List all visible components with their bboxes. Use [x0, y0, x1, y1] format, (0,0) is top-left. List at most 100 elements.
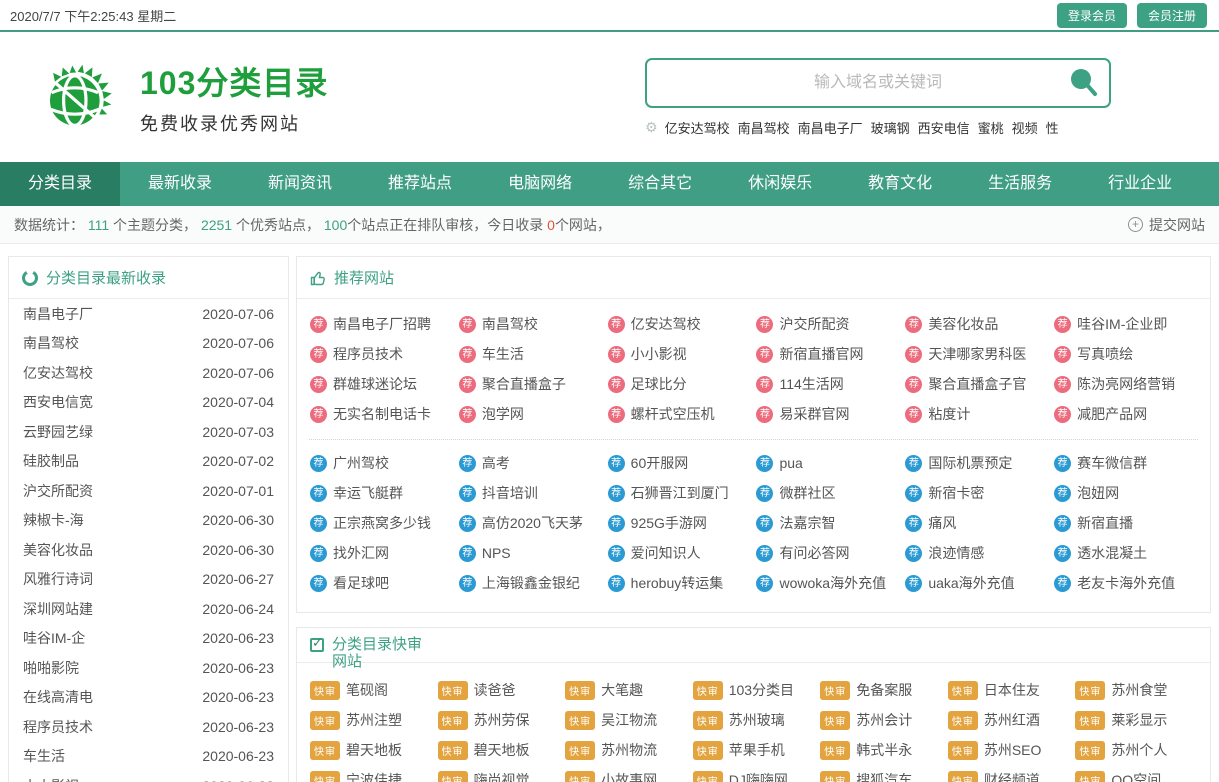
- site-name[interactable]: 陈沩亮网络营销: [1077, 374, 1175, 394]
- site-name[interactable]: 哇谷IM-企: [23, 628, 85, 648]
- fast-review-site-link[interactable]: 快审 DJ嗨嗨网: [690, 765, 818, 782]
- site-name[interactable]: 西安电信宽: [23, 392, 93, 412]
- site-name[interactable]: 吴江物流: [601, 710, 657, 730]
- recommended-site-link[interactable]: 荐 法嘉宗智: [753, 508, 902, 538]
- fast-review-site-link[interactable]: 快审 笔砚阁: [307, 675, 435, 705]
- recommended-site-link[interactable]: 荐 114生活网: [753, 369, 902, 399]
- nav-item[interactable]: 新闻资讯: [240, 162, 360, 206]
- fast-review-site-link[interactable]: 快审 苏州SEO: [945, 735, 1073, 765]
- recommended-site-link[interactable]: 荐 uaka海外充值: [902, 568, 1051, 598]
- site-name[interactable]: 找外汇网: [333, 543, 389, 563]
- list-item[interactable]: 辣椒卡-海 2020-06-30: [9, 506, 288, 536]
- site-name[interactable]: 广州驾校: [333, 453, 389, 473]
- recommended-site-link[interactable]: 荐 高考: [456, 448, 605, 478]
- site-name[interactable]: 减肥产品网: [1077, 404, 1147, 424]
- site-name[interactable]: 深圳网站建: [23, 599, 93, 619]
- recommended-site-link[interactable]: 荐 爱问知识人: [605, 538, 754, 568]
- search-input[interactable]: [647, 60, 1109, 106]
- site-name[interactable]: 透水混凝土: [1077, 543, 1147, 563]
- site-name[interactable]: herobuy转运集: [631, 573, 724, 593]
- site-name[interactable]: 114生活网: [779, 374, 843, 394]
- fast-review-site-link[interactable]: 快审 日本住友: [945, 675, 1073, 705]
- fast-review-site-link[interactable]: 快审 苏州个人: [1072, 735, 1200, 765]
- fast-review-site-link[interactable]: 快审 苏州注塑: [307, 705, 435, 735]
- site-name[interactable]: 财经频道_: [984, 770, 1048, 782]
- site-name[interactable]: 小故事网: [601, 770, 657, 782]
- site-name[interactable]: 小小影视: [631, 344, 687, 364]
- site-name[interactable]: pua: [779, 455, 802, 471]
- site-name[interactable]: 有问必答网: [779, 543, 849, 563]
- site-name[interactable]: 新宿卡密: [928, 483, 984, 503]
- recommended-site-link[interactable]: 荐 美容化妆品: [902, 309, 1051, 339]
- list-item[interactable]: 车生活 2020-06-23: [9, 742, 288, 772]
- recommended-site-link[interactable]: 荐 上海锻鑫金银纪: [456, 568, 605, 598]
- site-name[interactable]: 高仿2020飞天茅: [482, 513, 583, 533]
- site-name[interactable]: 车生活: [23, 746, 65, 766]
- list-item[interactable]: 美容化妆品 2020-06-30: [9, 535, 288, 565]
- fast-review-site-link[interactable]: 快审 韩式半永: [817, 735, 945, 765]
- list-item[interactable]: 小小影视 2020-06-22: [9, 771, 288, 782]
- recommended-site-link[interactable]: 荐 痛风: [902, 508, 1051, 538]
- recommended-site-link[interactable]: 荐 南昌驾校: [456, 309, 605, 339]
- site-name[interactable]: 苏州物流: [601, 740, 657, 760]
- site-name[interactable]: 60开服网: [631, 453, 689, 473]
- recommended-site-link[interactable]: 荐 国际机票预定: [902, 448, 1051, 478]
- hot-keyword-link[interactable]: 南昌驾校: [738, 121, 790, 136]
- recommended-site-link[interactable]: 荐 聚合直播盒子: [456, 369, 605, 399]
- nav-item[interactable]: 生活服务: [960, 162, 1080, 206]
- hot-keyword-link[interactable]: 玻璃钢: [871, 121, 910, 136]
- recommended-site-link[interactable]: 荐 南昌电子厂招聘: [307, 309, 456, 339]
- site-name[interactable]: 哇谷IM-企业即: [1077, 314, 1167, 334]
- hot-keyword-link[interactable]: 视频: [1012, 121, 1038, 136]
- list-item[interactable]: 南昌电子厂 2020-07-06: [9, 299, 288, 329]
- site-name[interactable]: 免备案服: [856, 680, 912, 700]
- site-name[interactable]: 爱问知识人: [631, 543, 701, 563]
- recommended-site-link[interactable]: 荐 无实名制电话卡: [307, 399, 456, 429]
- site-name[interactable]: 苏州玻璃: [729, 710, 785, 730]
- site-name[interactable]: 写真喷绘: [1077, 344, 1133, 364]
- site-name[interactable]: 新宿直播: [1077, 513, 1133, 533]
- fast-review-site-link[interactable]: 快审 莱彩显示: [1072, 705, 1200, 735]
- recommended-site-link[interactable]: 荐 透水混凝土: [1051, 538, 1200, 568]
- recommended-site-link[interactable]: 荐 程序员技术: [307, 339, 456, 369]
- site-name[interactable]: 苏州个人: [1111, 740, 1167, 760]
- recommended-site-link[interactable]: 荐 老友卡海外充值: [1051, 568, 1200, 598]
- site-name[interactable]: 亿安达驾校: [23, 363, 93, 383]
- hot-keyword-link[interactable]: 性: [1046, 121, 1059, 136]
- site-name[interactable]: 粘度计: [928, 404, 970, 424]
- recommended-site-link[interactable]: 荐 陈沩亮网络营销: [1051, 369, 1200, 399]
- fast-review-site-link[interactable]: 快审 吴江物流: [562, 705, 690, 735]
- nav-item[interactable]: 最新收录: [120, 162, 240, 206]
- list-item[interactable]: 程序员技术 2020-06-23: [9, 712, 288, 742]
- recommended-site-link[interactable]: 荐 减肥产品网: [1051, 399, 1200, 429]
- hot-keyword-link[interactable]: 南昌电子厂: [798, 121, 863, 136]
- list-item[interactable]: 硅胶制品 2020-07-02: [9, 447, 288, 477]
- site-name[interactable]: 天津哪家男科医: [928, 344, 1026, 364]
- nav-item[interactable]: 综合其它: [600, 162, 720, 206]
- nav-item[interactable]: 分类目录: [0, 162, 120, 206]
- site-name[interactable]: 车生活: [482, 344, 524, 364]
- recommended-site-link[interactable]: 荐 泡学网: [456, 399, 605, 429]
- fast-review-site-link[interactable]: 快审 搜狐汽车: [817, 765, 945, 782]
- recommended-site-link[interactable]: 荐 螺杆式空压机: [605, 399, 754, 429]
- nav-item[interactable]: 行业企业: [1080, 162, 1200, 206]
- fast-review-site-link[interactable]: 快审 小故事网: [562, 765, 690, 782]
- site-name[interactable]: 读爸爸: [474, 680, 516, 700]
- nav-item[interactable]: 推荐站点: [360, 162, 480, 206]
- site-name[interactable]: 苹果手机: [729, 740, 785, 760]
- list-item[interactable]: 风雅行诗词 2020-06-27: [9, 565, 288, 595]
- site-name[interactable]: 辣椒卡-海: [23, 510, 84, 530]
- site-name[interactable]: 日本住友: [984, 680, 1040, 700]
- fast-review-site-link[interactable]: 快审 苏州劳保: [435, 705, 563, 735]
- recommended-site-link[interactable]: 荐 新宿直播官网: [753, 339, 902, 369]
- site-name[interactable]: 泡妞网: [1077, 483, 1119, 503]
- site-name[interactable]: 螺杆式空压机: [631, 404, 715, 424]
- site-name[interactable]: 沪交所配资: [23, 481, 93, 501]
- submit-site-link[interactable]: + 提交网站: [1128, 215, 1205, 235]
- recommended-site-link[interactable]: 荐 微群社区: [753, 478, 902, 508]
- recommended-site-link[interactable]: 荐 pua: [753, 448, 902, 478]
- recommended-site-link[interactable]: 荐 足球比分: [605, 369, 754, 399]
- login-button[interactable]: 登录会员: [1057, 3, 1127, 28]
- site-name[interactable]: 聚合直播盒子官: [928, 374, 1026, 394]
- recommended-site-link[interactable]: 荐 写真喷绘: [1051, 339, 1200, 369]
